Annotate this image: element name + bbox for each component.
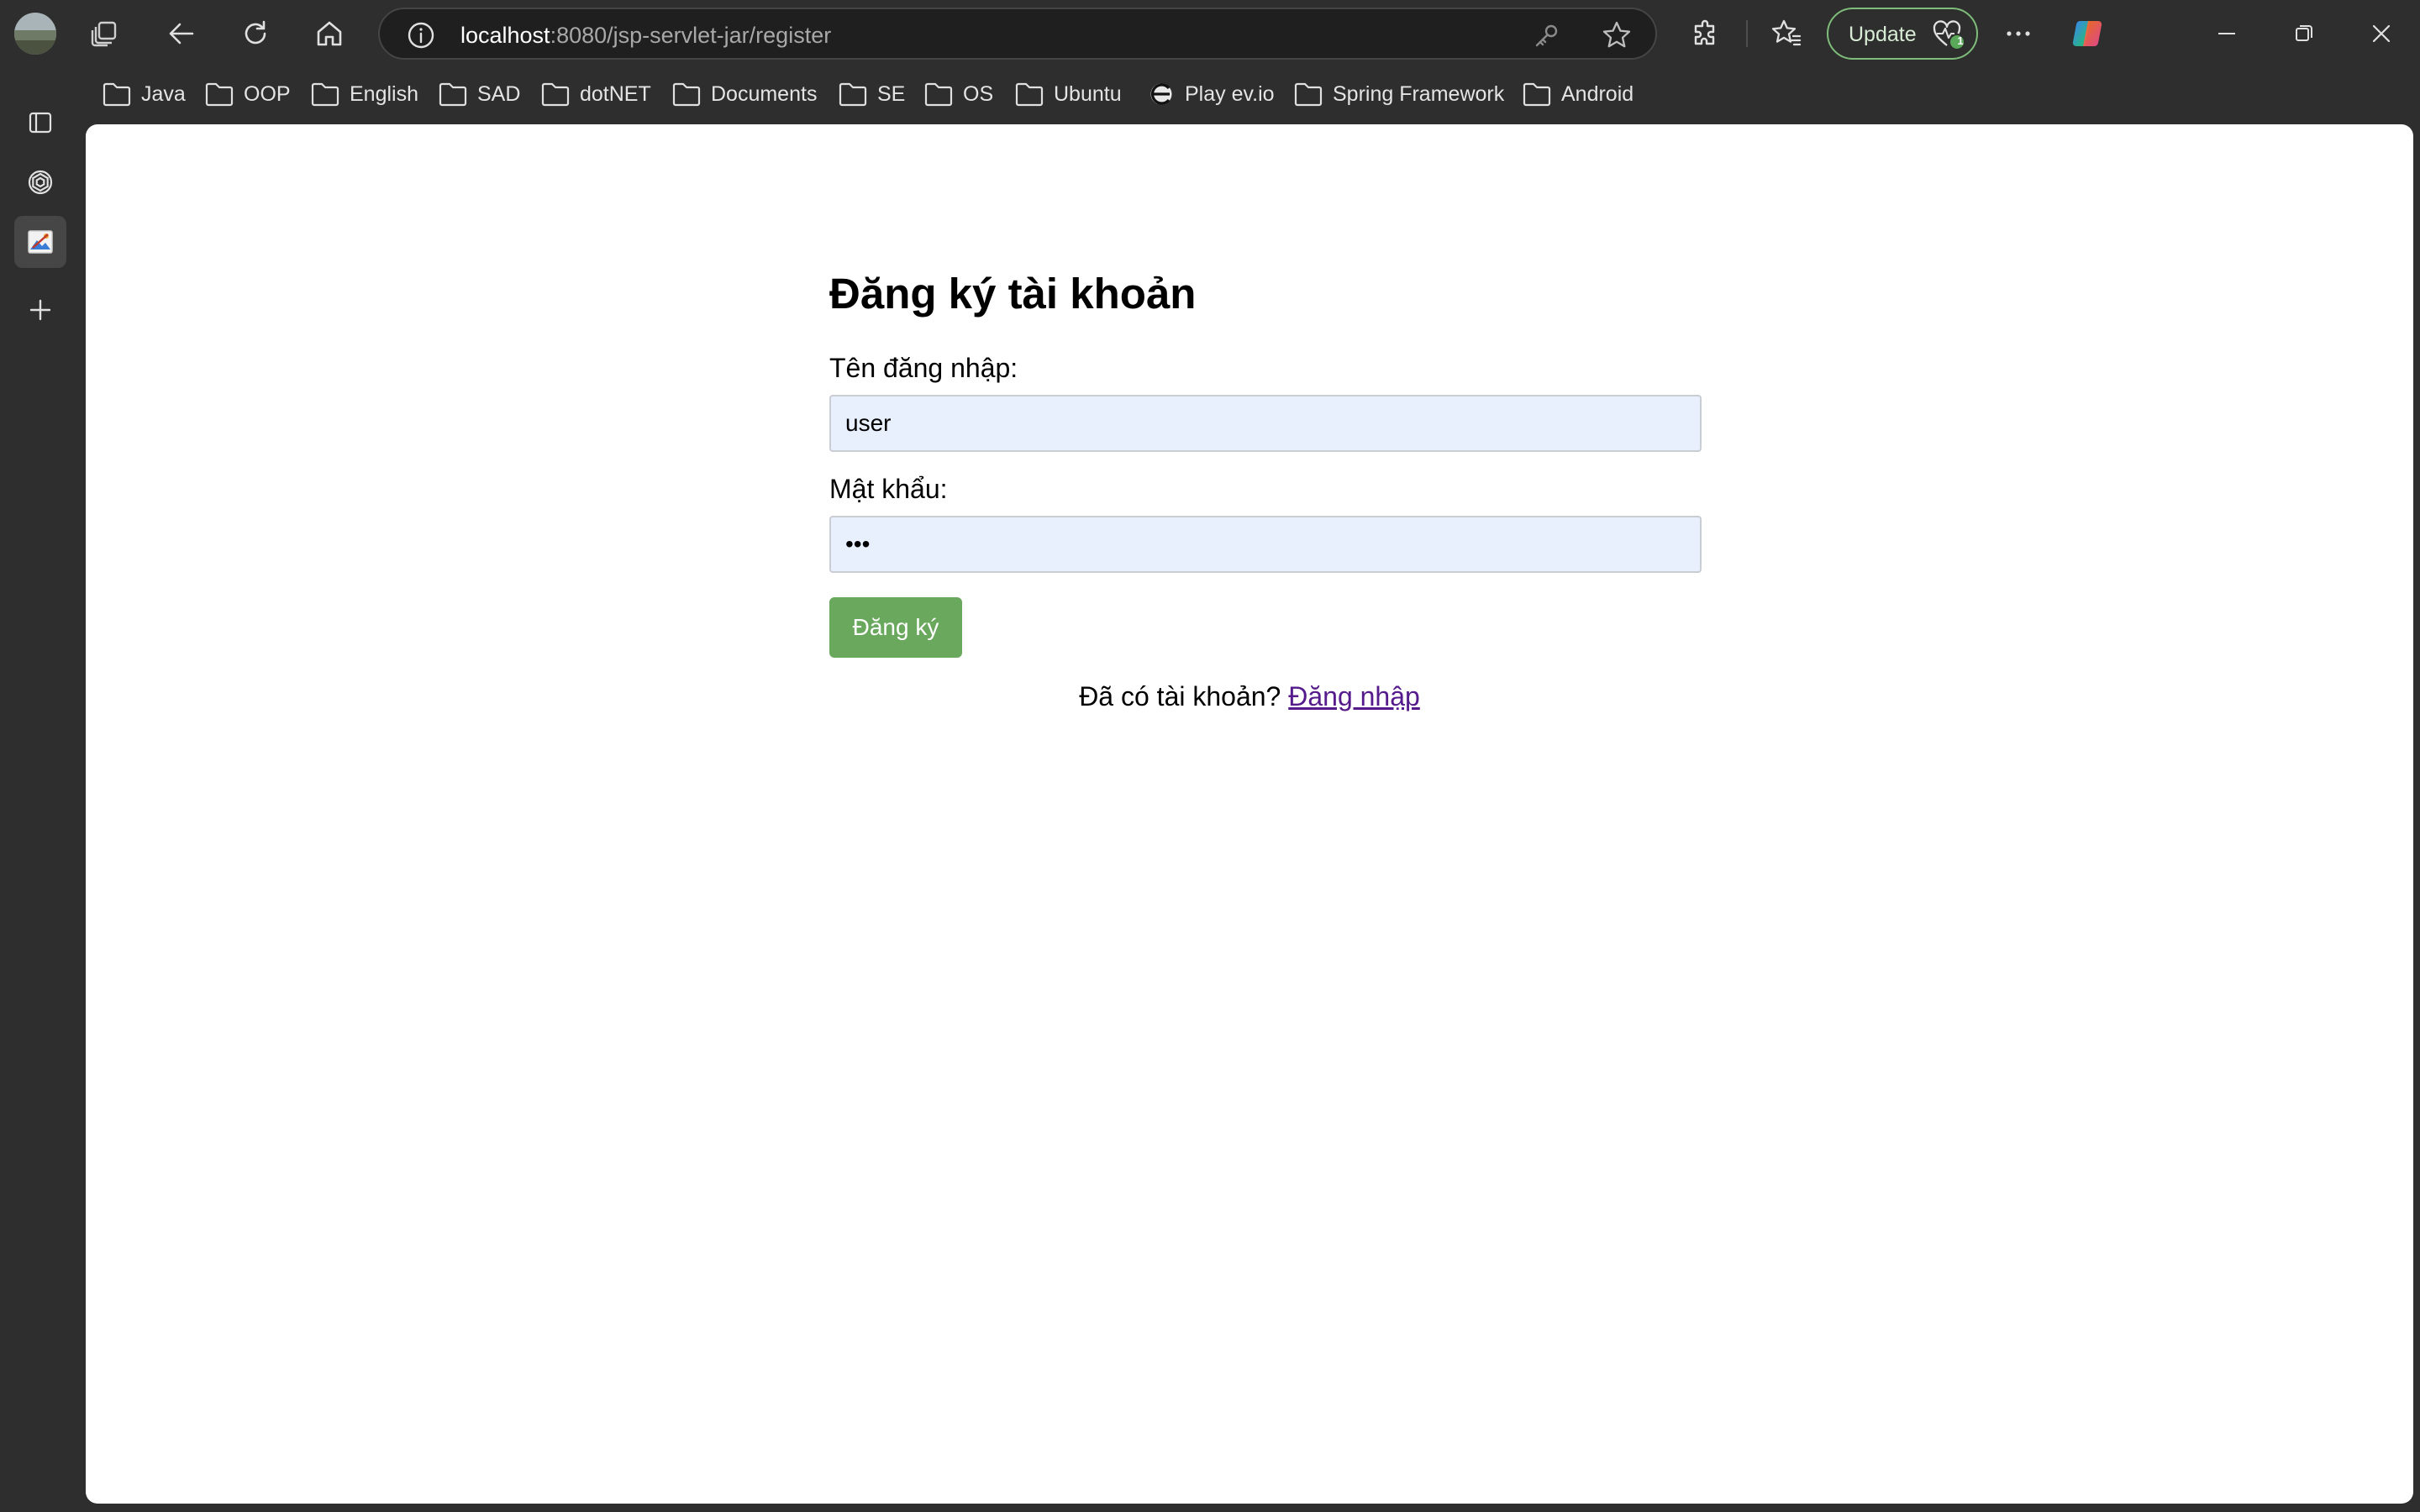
bookmarks-bar: Java OOP English SAD dotNET Documents SE… bbox=[0, 67, 2420, 121]
folder-icon bbox=[311, 82, 339, 107]
folder-icon bbox=[1294, 82, 1323, 107]
ev-io-logo-icon bbox=[1150, 83, 1172, 105]
close-icon[interactable] bbox=[2360, 12, 2403, 55]
bookmark-label: dotNET bbox=[580, 81, 651, 106]
folder-icon bbox=[1015, 82, 1044, 107]
bookmark-label: OS bbox=[963, 81, 994, 106]
home-icon[interactable] bbox=[308, 12, 351, 55]
folder-icon bbox=[1523, 82, 1551, 107]
update-badge: 1 bbox=[1957, 34, 1964, 47]
bookmark-dotnet[interactable]: dotNET bbox=[541, 77, 651, 111]
profile-avatar[interactable] bbox=[13, 12, 57, 55]
site-info-icon[interactable] bbox=[407, 21, 435, 50]
folder-icon bbox=[205, 82, 234, 107]
login-prompt-line: Đã có tài khoản? Đăng nhập bbox=[86, 681, 2413, 712]
image-tool-icon[interactable] bbox=[14, 216, 66, 268]
folder-icon bbox=[541, 82, 570, 107]
bookmark-label: Java bbox=[141, 81, 186, 106]
username-label: Tên đăng nhập: bbox=[829, 353, 1018, 383]
minimize-icon[interactable] bbox=[2205, 12, 2249, 55]
username-input[interactable] bbox=[829, 395, 1702, 452]
url-path: :8080/jsp-servlet-jar/register bbox=[550, 23, 832, 48]
add-icon[interactable] bbox=[14, 284, 66, 336]
bookmark-documents[interactable]: Documents bbox=[672, 77, 817, 111]
favorites-icon[interactable] bbox=[1765, 12, 1808, 55]
bookmark-se[interactable]: SE bbox=[839, 77, 905, 111]
refresh-icon[interactable] bbox=[234, 12, 277, 55]
bookmark-label: Play ev.io bbox=[1185, 81, 1275, 106]
bookmark-label: English bbox=[350, 81, 418, 106]
login-prompt-text: Đã có tài khoản? bbox=[1079, 681, 1281, 711]
bookmark-java[interactable]: Java bbox=[103, 77, 186, 111]
folder-icon bbox=[924, 82, 953, 107]
bookmark-label: OOP bbox=[244, 81, 291, 106]
login-link[interactable]: Đăng nhập bbox=[1288, 681, 1420, 711]
bookmark-sad[interactable]: SAD bbox=[439, 77, 520, 111]
bookmark-oop[interactable]: OOP bbox=[205, 77, 291, 111]
back-icon[interactable] bbox=[160, 12, 203, 55]
page-title: Đăng ký tài khoản bbox=[829, 270, 1197, 318]
url-host: localhost bbox=[460, 23, 550, 48]
password-input[interactable] bbox=[829, 516, 1702, 573]
workspaces-icon[interactable] bbox=[82, 12, 126, 55]
bookmark-label: Ubuntu bbox=[1054, 81, 1122, 106]
restore-icon[interactable] bbox=[2282, 12, 2326, 55]
more-options-icon[interactable] bbox=[1996, 12, 2040, 55]
browser-title-bar: localhost:8080/jsp-servlet-jar/register … bbox=[0, 0, 2420, 67]
bookmark-ubuntu[interactable]: Ubuntu bbox=[1015, 77, 1122, 111]
vertical-sidebar bbox=[0, 67, 86, 1512]
bookmark-android[interactable]: Android bbox=[1523, 77, 1634, 111]
bookmark-spring-framework[interactable]: Spring Framework bbox=[1294, 77, 1504, 111]
bookmark-label: Spring Framework bbox=[1333, 81, 1505, 106]
toolbar-divider bbox=[1746, 20, 1748, 47]
bookmark-english[interactable]: English bbox=[311, 77, 418, 111]
favorite-star-icon[interactable] bbox=[1602, 20, 1632, 50]
update-label: Update bbox=[1849, 23, 1917, 46]
bookmark-os[interactable]: OS bbox=[924, 77, 993, 111]
folder-icon bbox=[103, 82, 131, 107]
bookmark-play-ev-io[interactable]: Play ev.io bbox=[1148, 77, 1275, 111]
url-text[interactable]: localhost:8080/jsp-servlet-jar/register bbox=[460, 23, 831, 49]
password-label: Mật khẩu: bbox=[829, 474, 948, 504]
register-button[interactable]: Đăng ký bbox=[829, 597, 962, 658]
folder-icon bbox=[839, 82, 867, 107]
address-bar[interactable]: localhost:8080/jsp-servlet-jar/register bbox=[378, 8, 1657, 60]
bookmark-label: SE bbox=[877, 81, 906, 106]
bookmark-label: SAD bbox=[477, 81, 521, 106]
copilot-icon[interactable] bbox=[2067, 12, 2111, 55]
bookmark-label: Documents bbox=[711, 81, 818, 106]
chatgpt-icon[interactable] bbox=[14, 156, 66, 208]
extensions-icon[interactable] bbox=[1684, 12, 1728, 55]
page-viewport: Đăng ký tài khoản Tên đăng nhập: Mật khẩ… bbox=[86, 124, 2413, 1504]
update-button[interactable]: Update 1 bbox=[1827, 8, 1978, 60]
password-key-icon[interactable] bbox=[1533, 21, 1561, 50]
folder-icon bbox=[439, 82, 467, 107]
folder-icon bbox=[672, 82, 701, 107]
tab-actions-icon[interactable] bbox=[14, 97, 66, 149]
bookmark-label: Android bbox=[1561, 81, 1634, 106]
